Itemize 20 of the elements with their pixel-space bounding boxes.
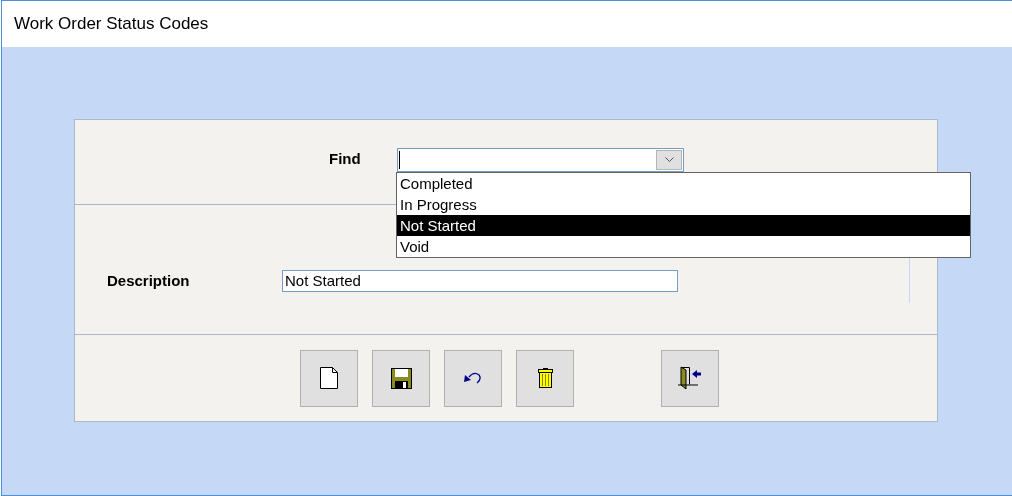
trash-can-icon — [537, 368, 553, 388]
dropdown-option[interactable]: Completed — [397, 173, 970, 194]
floppy-disk-icon — [390, 367, 412, 389]
find-label: Find — [329, 150, 362, 167]
text-cursor — [399, 151, 400, 169]
new-button[interactable] — [300, 349, 358, 407]
blank-page-icon — [320, 367, 338, 389]
save-button[interactable] — [372, 349, 430, 407]
exit-button[interactable] — [661, 349, 719, 407]
description-label: Description — [107, 272, 191, 289]
find-combo-box[interactable] — [397, 148, 684, 172]
chevron-down-icon — [664, 157, 674, 163]
exit-door-icon — [678, 366, 702, 390]
undo-arrow-icon — [464, 371, 482, 385]
dropdown-option[interactable]: In Progress — [397, 194, 970, 215]
window-title: Work Order Status Codes — [14, 14, 209, 34]
description-field[interactable]: Not Started — [282, 269, 678, 292]
dropdown-option[interactable]: Not Started — [397, 215, 970, 236]
delete-button[interactable] — [516, 349, 574, 407]
dropdown-option[interactable]: Void — [397, 236, 970, 257]
